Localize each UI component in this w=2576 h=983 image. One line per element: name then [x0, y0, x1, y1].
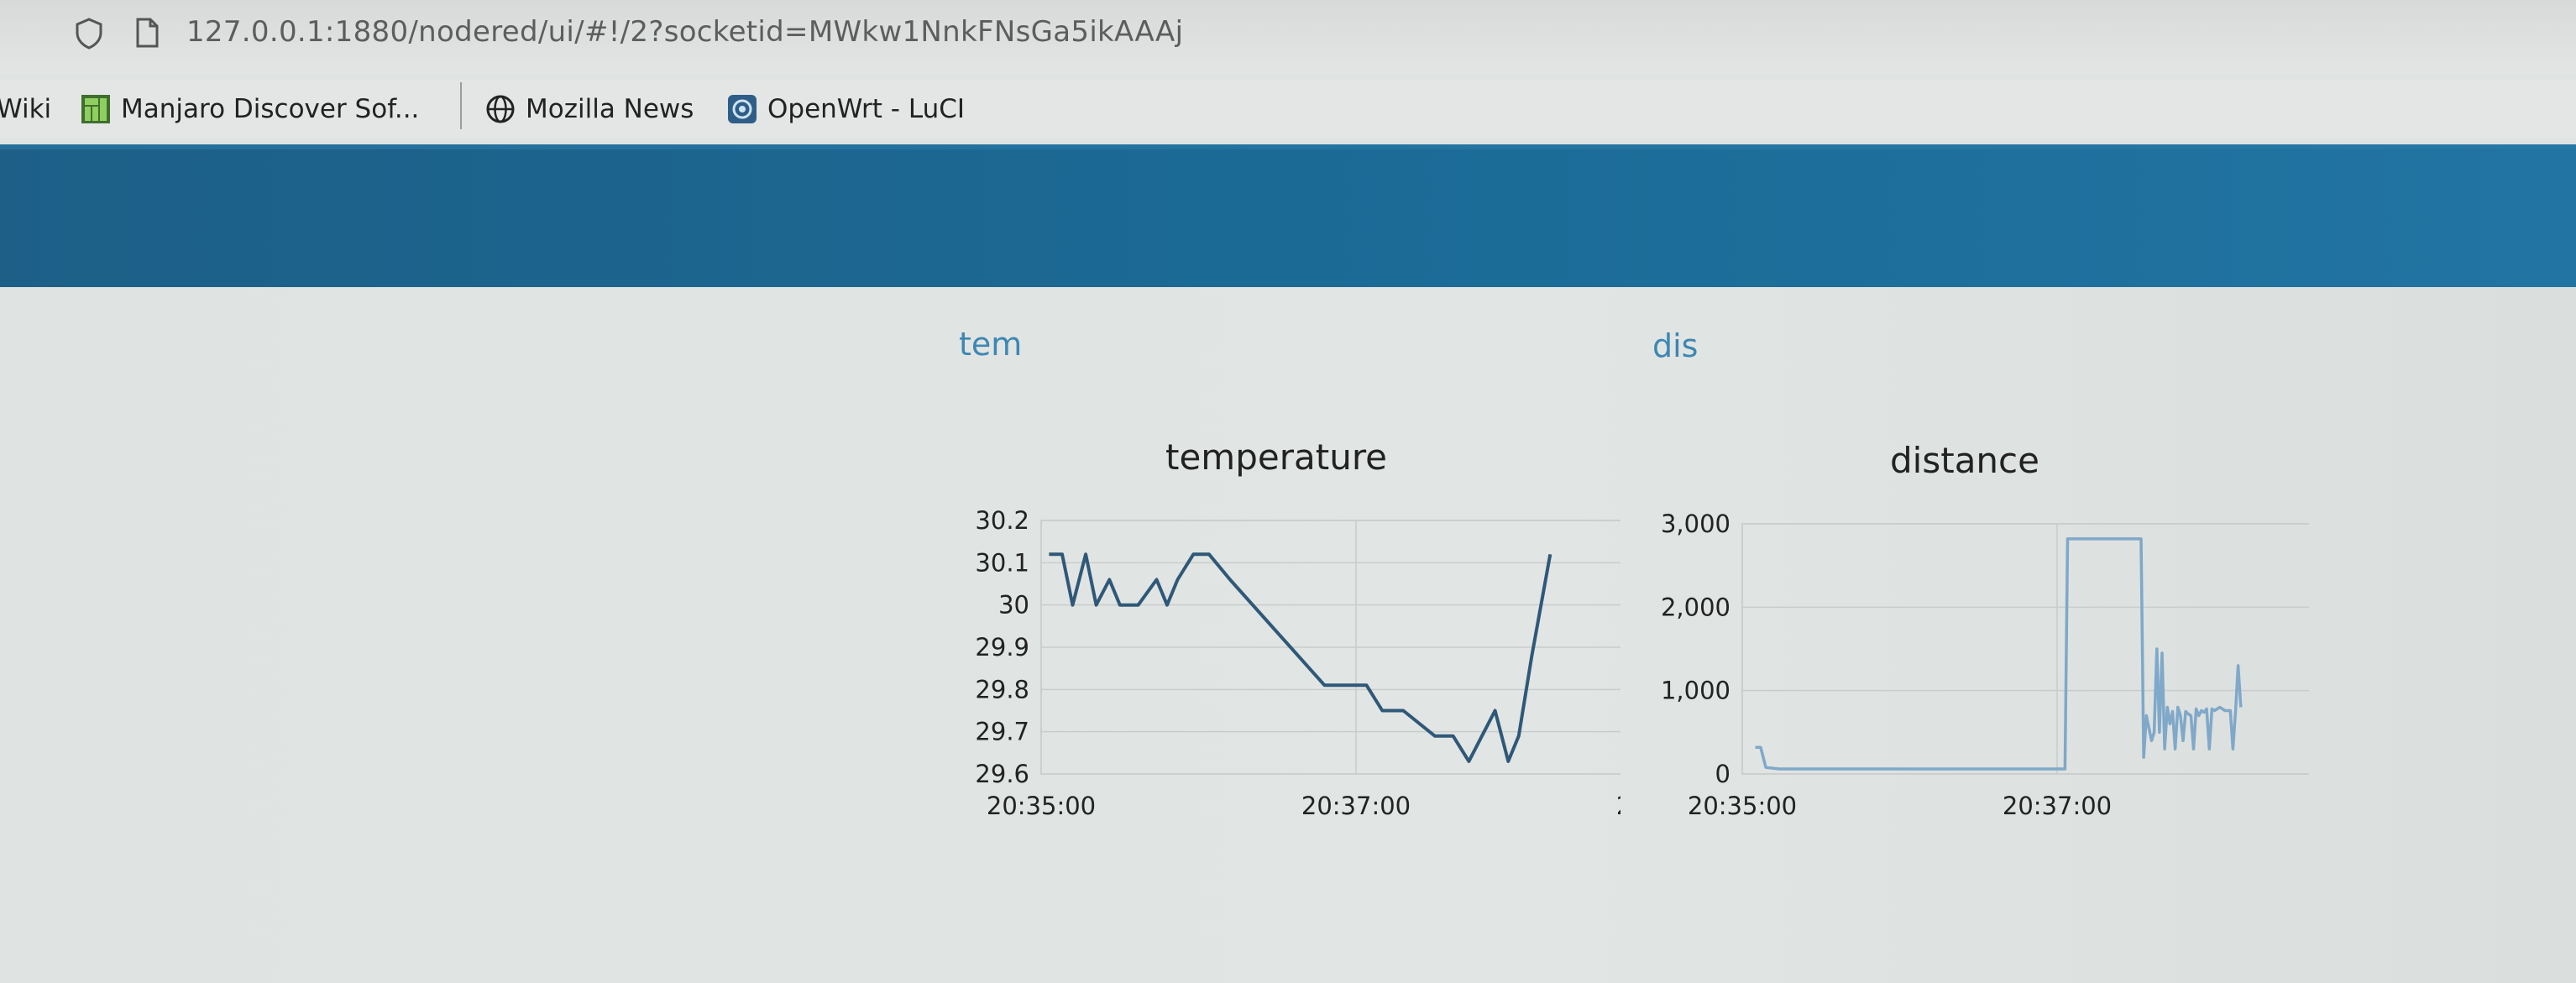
- x-tick-label: 20:39:00: [1616, 792, 1620, 820]
- bookmark-separator: [460, 82, 462, 129]
- bookmarks-bar: Wiki Manjaro Discover Sof... Mozilla New…: [0, 80, 2576, 139]
- bookmark-label: Mozilla News: [526, 94, 694, 124]
- temperature-chart-title: temperature: [1165, 437, 1387, 478]
- distance-chart: 01,0002,0003,00020:35:0020:37:0020:39:00: [1661, 510, 2309, 820]
- y-tick-label: 30.1: [975, 548, 1029, 577]
- bookmark-wiki[interactable]: Wiki: [0, 80, 51, 139]
- x-tick-label: 20:35:00: [1688, 792, 1797, 820]
- y-tick-label: 29.7: [975, 718, 1029, 746]
- series-line: [1755, 537, 2243, 771]
- bookmark-label: Wiki: [0, 94, 52, 124]
- header-highlight: [0, 144, 2576, 149]
- y-tick-label: 30: [998, 591, 1029, 620]
- y-tick-label: 3,000: [1661, 510, 1730, 538]
- x-tick-label: 20:37:00: [1301, 792, 1411, 820]
- address-bar[interactable]: 127.0.0.1:1880/nodered/ui/#!/2?socketid=…: [0, 0, 2576, 74]
- temperature-chart: 29.6 29.7 29.8 29.9 30 30.1 30.2 20:35:00 20:37:…: [975, 506, 1620, 820]
- y-tick-label: 29.8: [975, 675, 1029, 703]
- openwrt-icon: [728, 95, 757, 123]
- page-info-icon[interactable]: [134, 17, 160, 49]
- y-tick-label: 1,000: [1661, 677, 1730, 705]
- x-tick-label: 20:35:00: [987, 792, 1096, 820]
- bookmark-label: Manjaro Discover Sof...: [121, 94, 420, 124]
- x-tick-label: 20:37:00: [2003, 792, 2112, 820]
- y-tick-label: 0: [1715, 760, 1730, 788]
- dashboard-header: [0, 144, 2576, 287]
- url-text[interactable]: 127.0.0.1:1880/nodered/ui/#!/2?socketid=…: [186, 15, 1183, 49]
- globe-icon: [486, 95, 515, 123]
- bookmark-openwrt[interactable]: OpenWrt - LuCI: [727, 80, 965, 139]
- y-tick-label: 29.9: [975, 633, 1029, 661]
- bookmark-mozilla-news[interactable]: Mozilla News: [485, 80, 694, 139]
- y-tick-label: 30.2: [975, 506, 1029, 535]
- series-line: [1049, 552, 1552, 763]
- y-tick-label: 2,000: [1661, 593, 1730, 621]
- group-title-dis: dis: [1652, 327, 1699, 364]
- group-title-tem: tem: [959, 326, 1023, 363]
- y-tick-label: 29.6: [975, 760, 1029, 788]
- distance-chart-title: distance: [1890, 440, 2039, 481]
- bookmark-manjaro[interactable]: Manjaro Discover Sof...: [81, 80, 419, 139]
- manjaro-icon: [81, 95, 110, 123]
- shield-icon[interactable]: [74, 17, 104, 50]
- bookmark-label: OpenWrt - LuCI: [767, 94, 966, 124]
- plot-frame: [1741, 523, 2309, 775]
